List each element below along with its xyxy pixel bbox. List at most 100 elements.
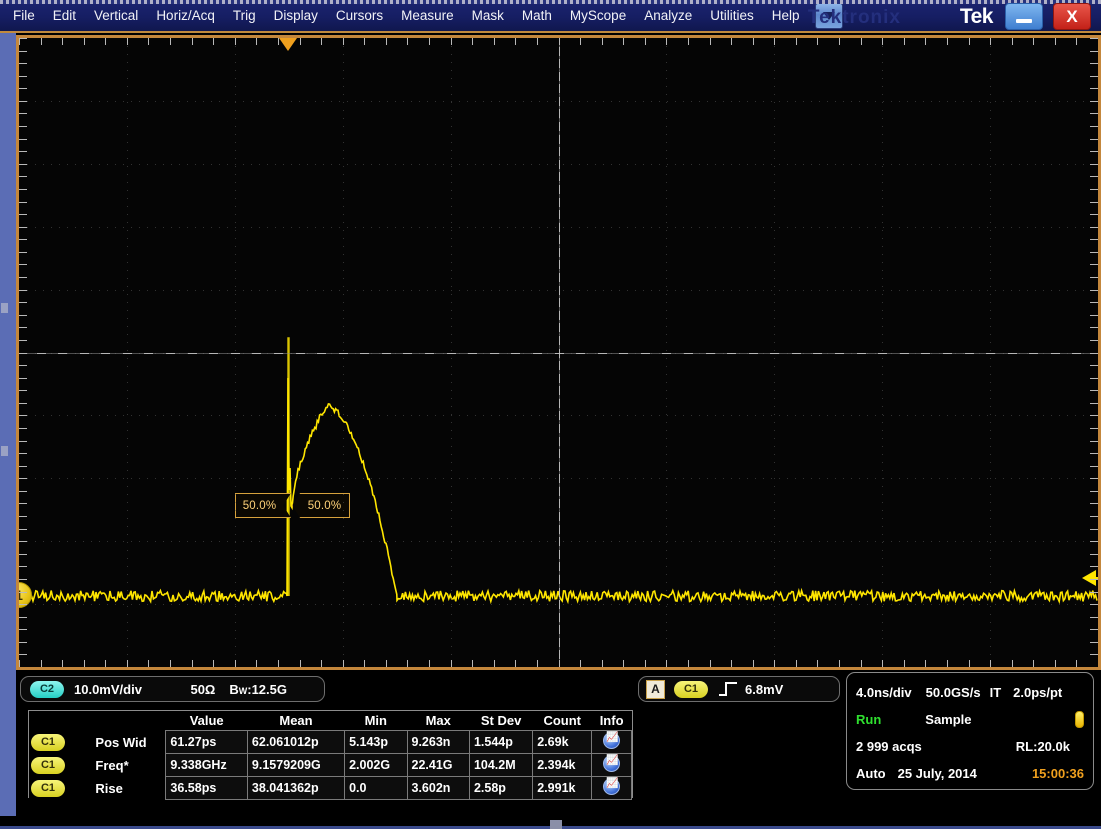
edge-tick [19, 378, 27, 379]
edge-tick [861, 38, 862, 45]
menu-item-myscope[interactable]: MyScope [561, 0, 635, 32]
measurement-channel-pill[interactable]: C1 [31, 757, 65, 774]
desktop-handle-upper[interactable] [1, 303, 8, 313]
edge-tick [19, 176, 27, 177]
acquisition-status-panel[interactable]: 4.0ns/div 50.0GS/s IT 2.0ps/pt Run Sampl… [846, 672, 1094, 790]
edge-tick [1090, 126, 1098, 127]
edge-tick [19, 101, 27, 102]
edge-tick [19, 365, 27, 366]
trigger-position-marker[interactable] [279, 38, 297, 51]
channel-2-readout[interactable]: C2 10.0mV/div 50Ω BW:12.5G [20, 676, 325, 702]
edge-tick [1090, 252, 1098, 253]
menu-item-cursors[interactable]: Cursors [327, 0, 392, 32]
trigger-level-marker[interactable] [1082, 570, 1096, 586]
cursor-right-percent-label[interactable]: 50.0% [292, 493, 350, 518]
axis-tick [559, 248, 560, 257]
axis-tick [986, 353, 995, 354]
edge-tick [19, 503, 27, 504]
edge-tick [1090, 579, 1098, 580]
desktop-handle-lower[interactable] [1, 446, 8, 456]
axis-tick [559, 386, 560, 395]
graticule[interactable]: 1 50.0% 50.0% [19, 38, 1098, 667]
axis-tick [123, 353, 132, 354]
run-state[interactable]: Run [856, 712, 881, 727]
minimize-button[interactable] [1005, 3, 1043, 30]
desktop-handle-bottom[interactable] [550, 820, 562, 829]
menu-item-trig[interactable]: Trig [224, 0, 265, 32]
table-row[interactable]: C1Freq*9.338GHz9.1579209G2.002G22.41G104… [29, 754, 632, 777]
menu-item-utilities[interactable]: Utilities [701, 0, 763, 32]
close-button[interactable]: X [1053, 3, 1091, 30]
cursor-left-percent-label[interactable]: 50.0% [235, 493, 291, 518]
menu-item-help[interactable]: Help [763, 0, 809, 32]
edge-tick [472, 38, 473, 45]
acquisition-indicator-icon [1075, 711, 1084, 728]
menu-item-display[interactable]: Display [265, 0, 327, 32]
edge-tick [19, 541, 27, 542]
axis-tick [598, 353, 607, 354]
table-row[interactable]: C1Pos Wid61.27ps62.061012p5.143p9.263n1.… [29, 731, 632, 754]
edge-tick [19, 340, 27, 341]
measurement-channel-pill[interactable]: C1 [31, 780, 65, 797]
edge-tick [343, 38, 344, 45]
axis-tick [80, 353, 89, 354]
edge-tick [645, 660, 646, 667]
axis-tick [559, 437, 560, 446]
menu-item-vertical[interactable]: Vertical [85, 0, 147, 32]
edge-tick [84, 660, 85, 667]
axis-tick [559, 361, 560, 370]
edge-tick [19, 327, 27, 328]
acquisition-count: 2 999 acqs [856, 739, 922, 754]
info-icon[interactable] [603, 755, 620, 772]
measurement-max: 3.602n [407, 777, 469, 800]
edge-tick [19, 227, 27, 228]
edge-tick [472, 660, 473, 667]
edge-tick [451, 660, 452, 667]
measurement-col-info: Info [592, 711, 632, 731]
measurement-mean: 38.041362p [247, 777, 344, 800]
axis-tick [559, 59, 560, 68]
axis-tick [425, 353, 434, 354]
axis-tick [490, 353, 499, 354]
trigger-source-a-label[interactable]: A [646, 680, 665, 699]
edge-tick [19, 579, 27, 580]
axis-tick [1008, 353, 1017, 354]
channel-2-pill[interactable]: C2 [30, 681, 64, 698]
edge-tick [666, 38, 667, 45]
menu-item-horiz-acq[interactable]: Horiz/Acq [147, 0, 224, 32]
axis-tick [559, 336, 560, 345]
menu-item-measure[interactable]: Measure [392, 0, 463, 32]
waveform-display-frame[interactable]: 1 50.0% 50.0% [16, 35, 1101, 670]
edge-tick [1090, 327, 1098, 328]
measurement-channel-pill[interactable]: C1 [31, 734, 65, 751]
edge-tick [688, 38, 689, 45]
edge-tick [19, 38, 27, 39]
info-icon[interactable] [603, 732, 620, 749]
edge-tick [1090, 365, 1098, 366]
edge-tick [710, 660, 711, 667]
axis-tick [559, 198, 560, 207]
info-icon[interactable] [603, 778, 620, 795]
edge-tick [19, 126, 27, 127]
edge-tick [774, 660, 775, 667]
menu-item-mask[interactable]: Mask [463, 0, 513, 32]
edge-tick [1090, 264, 1098, 265]
menu-item-analyze[interactable]: Analyze [635, 0, 701, 32]
edge-tick [882, 38, 883, 45]
edge-tick [817, 38, 818, 45]
edge-tick [1090, 63, 1098, 64]
menu-item-edit[interactable]: Edit [44, 0, 85, 32]
status-row-timebase: 4.0ns/div 50.0GS/s IT 2.0ps/pt [856, 679, 1084, 706]
edge-tick [882, 660, 883, 667]
axis-tick [468, 353, 477, 354]
axis-tick [576, 353, 585, 354]
table-row[interactable]: C1Rise36.58ps38.041362p0.03.602n2.58p2.9… [29, 777, 632, 800]
axis-tick [559, 411, 560, 420]
edge-tick [192, 38, 193, 45]
trigger-readout[interactable]: A C1 6.8mV [638, 676, 840, 702]
menu-item-file[interactable]: File [4, 0, 44, 32]
trigger-channel-pill[interactable]: C1 [674, 681, 708, 698]
measurement-results-table[interactable]: ValueMeanMinMaxSt DevCountInfo C1Pos Wid… [28, 710, 633, 798]
menu-item-math[interactable]: Math [513, 0, 561, 32]
edge-tick [19, 390, 27, 391]
